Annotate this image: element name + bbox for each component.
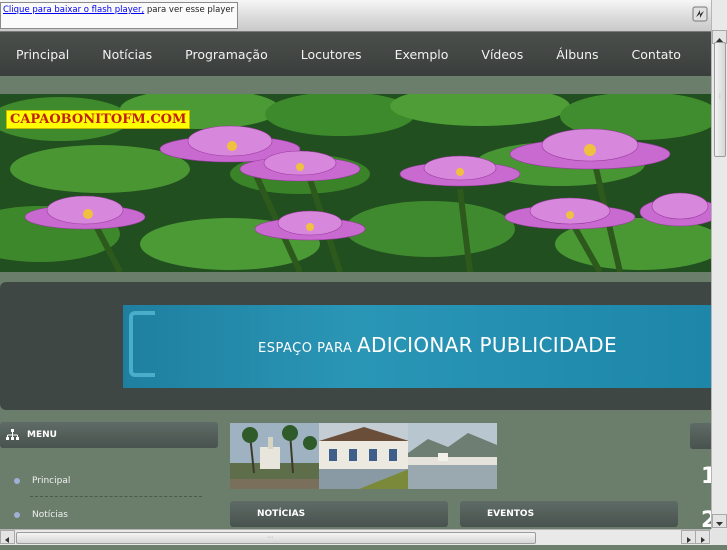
menu-title: MENU	[27, 430, 57, 440]
nav-item-programacao[interactable]: Programação	[185, 47, 268, 62]
horizontal-scroll-thumb[interactable]: ⋯	[16, 532, 536, 544]
main-navigation: Principal Notícias Programação Locutores…	[0, 32, 711, 76]
eventos-panel-header: EVENTOS	[460, 501, 678, 527]
sidebar-item-label: Notícias	[32, 510, 68, 520]
gallery-photo-1[interactable]	[230, 423, 320, 489]
flash-notice-text: para ver esse player	[144, 5, 235, 15]
nav-item-principal[interactable]: Principal	[16, 47, 69, 62]
arrow-left-icon	[5, 537, 9, 543]
side-panel-header	[690, 423, 711, 449]
counter-digit-2: 2	[701, 508, 711, 529]
bracket-decoration	[129, 311, 155, 377]
scroll-left-button[interactable]	[0, 530, 15, 544]
arrow-right-icon	[701, 537, 705, 543]
nav-item-exemplo[interactable]: Exemplo	[395, 47, 449, 62]
gallery-photo-2[interactable]	[319, 423, 409, 489]
arrow-right-icon	[687, 537, 691, 543]
nav-item-locutores[interactable]: Locutores	[301, 47, 362, 62]
horizontal-scrollbar[interactable]: ⋯	[0, 529, 711, 545]
publicity-section: ESPAÇO PARA ADICIONAR PUBLICIDADE	[0, 282, 711, 410]
publicity-banner[interactable]: ESPAÇO PARA ADICIONAR PUBLICIDADE	[123, 305, 711, 388]
nav-spacer	[0, 76, 711, 94]
noticias-panel-header: NOTÍCIAS	[230, 501, 448, 527]
flash-download-link[interactable]: Clique para baixar o flash player,	[3, 5, 144, 15]
publicity-small-text: ESPAÇO PARA	[258, 341, 358, 356]
counter-digit-1: 1	[701, 464, 711, 489]
scroll-right-button[interactable]	[681, 530, 696, 544]
nav-item-videos[interactable]: Vídeos	[481, 47, 523, 62]
grip-icon: ⋮	[717, 93, 723, 100]
nav-item-noticias[interactable]: Notícias	[102, 47, 152, 62]
page-viewport: Clique para baixar o flash player, para …	[0, 0, 711, 529]
sidebar-item-label: Principal	[32, 476, 71, 486]
bullet-icon	[14, 511, 20, 518]
sidebar-item-noticias[interactable]: Notícias	[14, 510, 68, 520]
header-banner: CAPAOBONITOFM.COM	[0, 94, 711, 272]
content-area: MENU Principal Notícias NOTÍCIAS EVENTOS…	[0, 410, 711, 529]
eventos-title: EVENTOS	[487, 509, 535, 519]
bullet-icon	[14, 477, 20, 484]
publicity-big-text: ADICIONAR PUBLICIDADE	[357, 333, 617, 357]
scrollbar-corner	[711, 529, 727, 545]
menu-panel-header: MENU	[0, 422, 218, 448]
grip-icon: ⋯	[267, 534, 273, 541]
sidebar-item-principal[interactable]: Principal	[14, 476, 70, 486]
menu-divider	[30, 496, 202, 497]
scroll-down-button[interactable]	[712, 514, 727, 528]
gallery-photo-3[interactable]	[408, 423, 497, 489]
sitemap-icon	[6, 429, 19, 440]
nav-item-contato[interactable]: Contato	[632, 47, 681, 62]
scroll-right-button-2[interactable]	[695, 530, 710, 544]
vertical-scrollbar[interactable]: ⋮	[711, 0, 727, 529]
site-name-label: CAPAOBONITOFM.COM	[6, 110, 191, 129]
publicity-text: ESPAÇO PARA ADICIONAR PUBLICIDADE	[258, 333, 617, 357]
nav-item-albuns[interactable]: Álbuns	[556, 47, 598, 62]
flash-player-notice: Clique para baixar o flash player, para …	[0, 2, 238, 29]
vertical-scroll-thumb[interactable]: ⋮	[714, 42, 726, 157]
noticias-title: NOTÍCIAS	[257, 509, 306, 519]
flash-plugin-icon[interactable]	[692, 6, 708, 22]
photo-gallery	[230, 423, 497, 489]
top-bar: Clique para baixar o flash player, para …	[0, 0, 711, 32]
